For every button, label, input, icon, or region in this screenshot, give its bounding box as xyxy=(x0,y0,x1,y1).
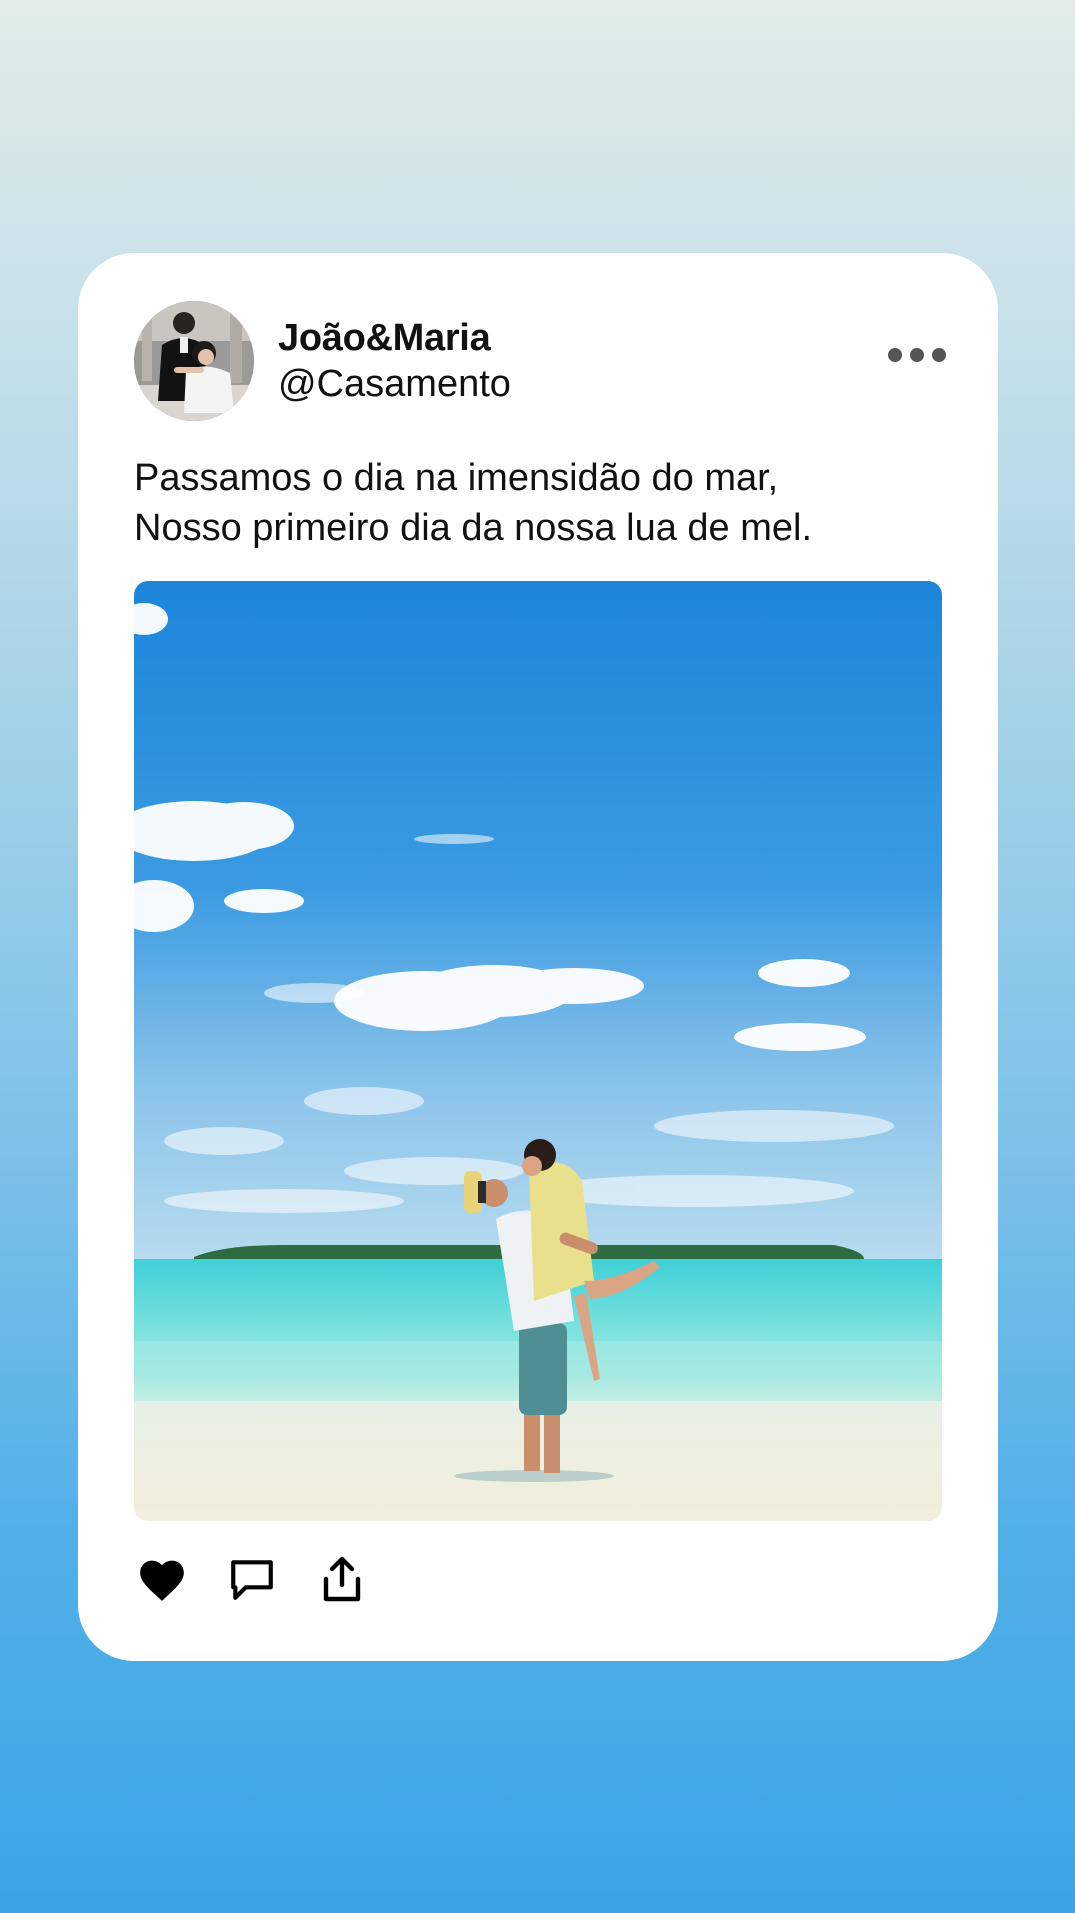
heart-icon xyxy=(140,1560,184,1601)
author-handle[interactable]: @Casamento xyxy=(278,363,511,406)
like-button[interactable] xyxy=(134,1551,190,1607)
comment-button[interactable] xyxy=(224,1551,280,1607)
avatar-image xyxy=(134,301,254,421)
action-bar xyxy=(134,1549,404,1609)
post-photo[interactable] xyxy=(134,581,942,1521)
caption-line: Nosso primeiro dia da nossa lua de mel. xyxy=(134,507,813,549)
author-name[interactable]: João&Maria xyxy=(278,317,491,360)
more-horizontal-icon xyxy=(932,348,946,362)
share-button[interactable] xyxy=(314,1551,370,1607)
post-caption: Passamos o dia na imensidão do mar, Noss… xyxy=(134,453,954,553)
more-options-button[interactable] xyxy=(888,341,946,369)
caption-line: Passamos o dia na imensidão do mar, xyxy=(134,457,779,499)
beach-couple-photo xyxy=(134,581,942,1521)
more-horizontal-icon xyxy=(888,348,902,362)
more-horizontal-icon xyxy=(910,348,924,362)
comment-icon xyxy=(231,1560,273,1600)
share-icon xyxy=(323,1556,361,1602)
avatar[interactable] xyxy=(134,301,254,421)
post-card: João&Maria @Casamento Passamos o dia na … xyxy=(78,253,998,1661)
